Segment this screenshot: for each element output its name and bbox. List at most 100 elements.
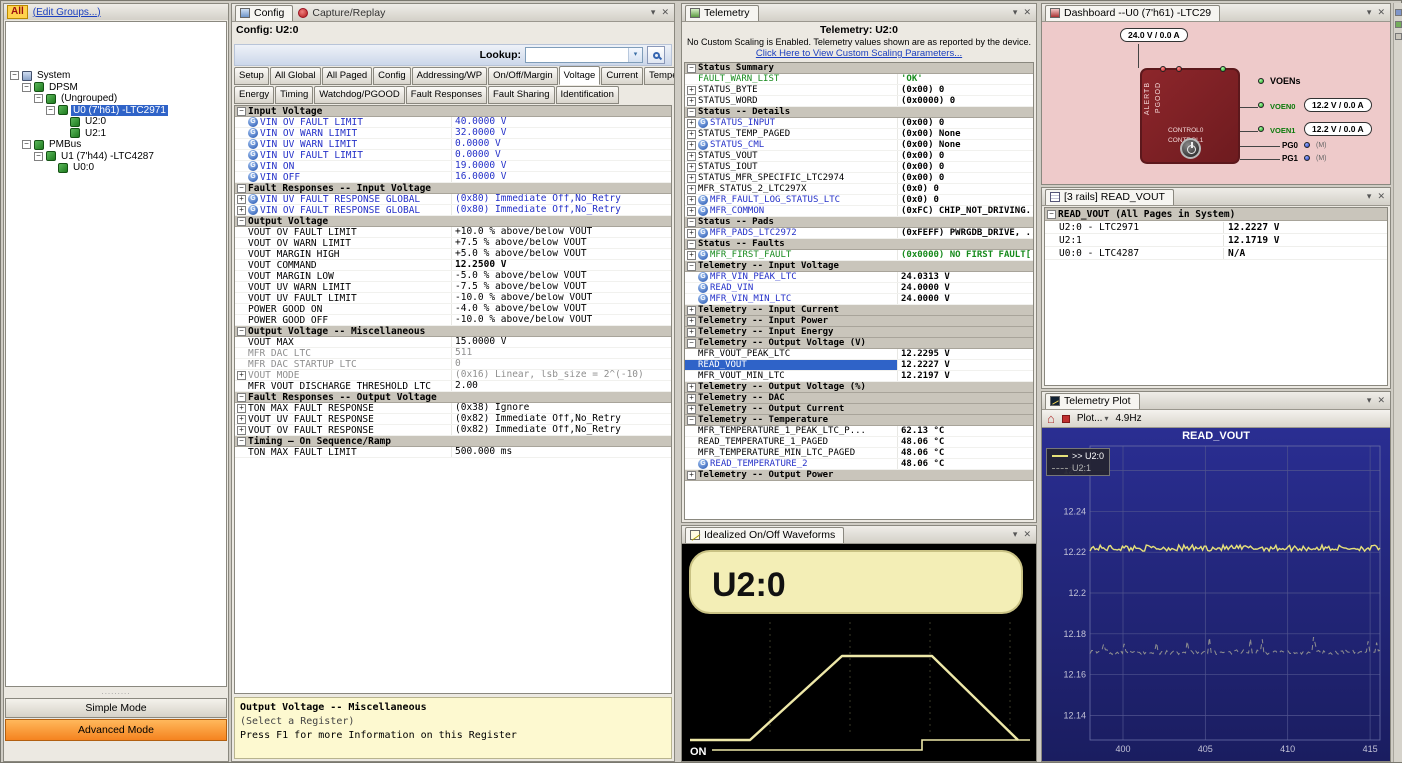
register-value[interactable]: 0	[451, 359, 671, 369]
row-expander-icon[interactable]	[237, 404, 246, 413]
tree-item[interactable]: DPSM	[6, 82, 226, 94]
rail-row[interactable]: U2:0 - LTC2971 12.2227 V	[1045, 221, 1387, 234]
row-expander-icon[interactable]	[237, 371, 246, 380]
row-expander-icon[interactable]	[687, 86, 696, 95]
simple-mode-button[interactable]: Simple Mode	[5, 698, 227, 718]
telemetry-row[interactable]: Status -- Pads	[685, 217, 1033, 228]
combo-dropdown-icon[interactable]	[628, 48, 642, 62]
register-row[interactable]: VIN_ON 19.0000 V	[235, 161, 671, 172]
telemetry-row[interactable]: MFR_STATUS_2_LTC297X (0x0) 0	[685, 184, 1033, 195]
tree-expander-icon[interactable]	[34, 152, 43, 161]
register-row[interactable]: VIN_OV_WARN_LIMIT 32.0000 V	[235, 128, 671, 139]
tree-item[interactable]: U2:1	[6, 128, 226, 140]
voen0-led[interactable]	[1258, 102, 1264, 108]
config-tab[interactable]: Identification	[556, 86, 619, 104]
register-row[interactable]: VIN_OV_FAULT_RESPONSE_GLOBAL (0x80) Imme…	[235, 205, 671, 216]
panel-menu-icon[interactable]	[1367, 6, 1372, 18]
telemetry-row[interactable]: Telemetry -- Input Current	[685, 305, 1033, 316]
legend-item[interactable]: >> U2:0	[1052, 451, 1104, 461]
telemetry-row[interactable]: STATUS_INPUT (0x00) 0	[685, 118, 1033, 129]
tree-item[interactable]: PMBus	[6, 139, 226, 151]
plot-chart[interactable]: READ_VOUT >> U2:0 U2:1 12.2612.2412.2212…	[1042, 428, 1390, 761]
edit-groups-link[interactable]: (Edit Groups...)	[33, 7, 101, 18]
row-expander-icon[interactable]	[687, 328, 696, 337]
telemetry-row[interactable]: MFR_VIN_PEAK_LTC 24.0313 V	[685, 272, 1033, 283]
telemetry-row[interactable]: Telemetry -- Temperature	[685, 415, 1033, 426]
register-value[interactable]: (0x82) Immediate Off,No_Retry	[451, 425, 671, 435]
all-groups-button[interactable]: All	[7, 5, 28, 19]
telemetry-row[interactable]: Telemetry -- Input Energy	[685, 327, 1033, 338]
row-expander-icon[interactable]	[237, 437, 246, 446]
row-expander-icon[interactable]	[687, 339, 696, 348]
register-row[interactable]: VOUT_MARGIN_HIGH +5.0 % above/below VOUT	[235, 249, 671, 260]
config-tab[interactable]: On/Off/Margin	[488, 67, 558, 85]
docked-panel-icon[interactable]	[1395, 9, 1402, 16]
panel-close-icon[interactable]	[1377, 6, 1385, 18]
panel-close-icon[interactable]	[1023, 6, 1031, 18]
stop-icon[interactable]	[1062, 415, 1070, 423]
config-tab[interactable]: Fault Sharing	[488, 86, 555, 104]
config-tab[interactable]: Addressing/WP	[412, 67, 487, 85]
register-value[interactable]: 12.2500 V	[451, 260, 671, 270]
tree-item[interactable]: U2:0	[6, 116, 226, 128]
register-value[interactable]: 16.0000 V	[451, 172, 671, 182]
register-row[interactable]: POWER_GOOD_OFF -10.0 % above/below VOUT	[235, 315, 671, 326]
config-tab[interactable]: Watchdog/PGOOD	[314, 86, 404, 104]
register-row[interactable]: VOUT_OV_WARN_LIMIT +7.5 % above/below VO…	[235, 238, 671, 249]
rails-table-header[interactable]: READ_VOUT (All Pages in System)	[1045, 208, 1387, 221]
telemetry-row[interactable]: STATUS_BYTE (0x00) 0	[685, 85, 1033, 96]
row-expander-icon[interactable]	[687, 218, 696, 227]
telemetry-row[interactable]: STATUS_CML (0x00) None	[685, 140, 1033, 151]
register-row[interactable]: VOUT_MAX 15.0000 V	[235, 337, 671, 348]
row-expander-icon[interactable]	[687, 152, 696, 161]
telemetry-row[interactable]: MFR_FAULT_LOG_STATUS_LTC (0x0) 0	[685, 195, 1033, 206]
row-expander-icon[interactable]	[687, 240, 696, 249]
row-expander-icon[interactable]	[237, 415, 246, 424]
tab-telemetry[interactable]: Telemetry	[685, 5, 759, 21]
row-expander-icon[interactable]	[687, 64, 696, 73]
row-expander-icon[interactable]	[237, 393, 246, 402]
telemetry-row[interactable]: READ_VIN 24.0000 V	[685, 283, 1033, 294]
register-row[interactable]: Timing – On Sequence/Ramp	[235, 436, 671, 447]
docked-panel-icon[interactable]	[1395, 33, 1402, 40]
register-row[interactable]: TON_MAX_FAULT_RESPONSE (0x38) Ignore	[235, 403, 671, 414]
row-expander-icon[interactable]	[687, 141, 696, 150]
telemetry-row[interactable]: Telemetry -- Output Power	[685, 470, 1033, 481]
row-expander-icon[interactable]	[687, 229, 696, 238]
telemetry-row[interactable]: READ_TEMPERATURE_2 48.06 °C	[685, 459, 1033, 470]
register-row[interactable]: MFR_DAC_LTC 511	[235, 348, 671, 359]
register-value[interactable]: 0.0000 V	[451, 139, 671, 149]
register-value[interactable]: 15.0000 V	[451, 337, 671, 347]
lookup-search-button[interactable]	[647, 46, 665, 64]
config-tab[interactable]: Current	[601, 67, 643, 85]
row-expander-icon[interactable]	[687, 130, 696, 139]
register-row[interactable]: VOUT_UV_FAULT_RESPONSE (0x82) Immediate …	[235, 414, 671, 425]
tree-expander-icon[interactable]	[10, 71, 19, 80]
telemetry-row[interactable]: Status -- Details	[685, 107, 1033, 118]
panel-menu-icon[interactable]	[1367, 190, 1372, 202]
register-row[interactable]: VOUT_OV_FAULT_RESPONSE (0x82) Immediate …	[235, 425, 671, 436]
tree-expander-icon[interactable]	[46, 106, 55, 115]
config-tab[interactable]: Voltage	[559, 66, 601, 85]
register-value[interactable]: -5.0 % above/below VOUT	[451, 271, 671, 281]
tree-item[interactable]: System	[6, 70, 226, 82]
tree-expander-icon[interactable]	[34, 94, 43, 103]
telemetry-row[interactable]: MFR_TEMPERATURE_1_PEAK_LTC_P... 62.13 °C	[685, 426, 1033, 437]
advanced-mode-button[interactable]: Advanced Mode	[5, 719, 227, 741]
telemetry-row[interactable]: MFR_FIRST_FAULT (0x0000) NO FIRST FAULT[…	[685, 250, 1033, 261]
telemetry-row[interactable]: MFR_VOUT_PEAK_LTC 12.2295 V	[685, 349, 1033, 360]
telemetry-row[interactable]: Telemetry -- DAC	[685, 393, 1033, 404]
panel-close-icon[interactable]	[1377, 190, 1385, 202]
telemetry-row[interactable]: FAULT_WARN_LIST 'OK'	[685, 74, 1033, 85]
telemetry-row[interactable]: Telemetry -- Output Voltage (V)	[685, 338, 1033, 349]
row-expander-icon[interactable]	[237, 327, 246, 336]
docked-panel-icon[interactable]	[1395, 21, 1402, 28]
ltc2971-chip[interactable]: ALERTB PGOOD CONTROL0 CONTROL1	[1140, 68, 1240, 164]
config-tab[interactable]: Setup	[234, 67, 269, 85]
register-row[interactable]: VIN_OV_FAULT_LIMIT 40.0000 V	[235, 117, 671, 128]
register-row[interactable]: VOUT_UV_WARN_LIMIT -7.5 % above/below VO…	[235, 282, 671, 293]
panel-menu-icon[interactable]	[1367, 394, 1372, 406]
telemetry-row[interactable]: Telemetry -- Input Voltage	[685, 261, 1033, 272]
tab-dashboard[interactable]: Dashboard --U0 (7'h61) -LTC29	[1045, 5, 1220, 21]
row-expander-icon[interactable]	[237, 206, 246, 215]
